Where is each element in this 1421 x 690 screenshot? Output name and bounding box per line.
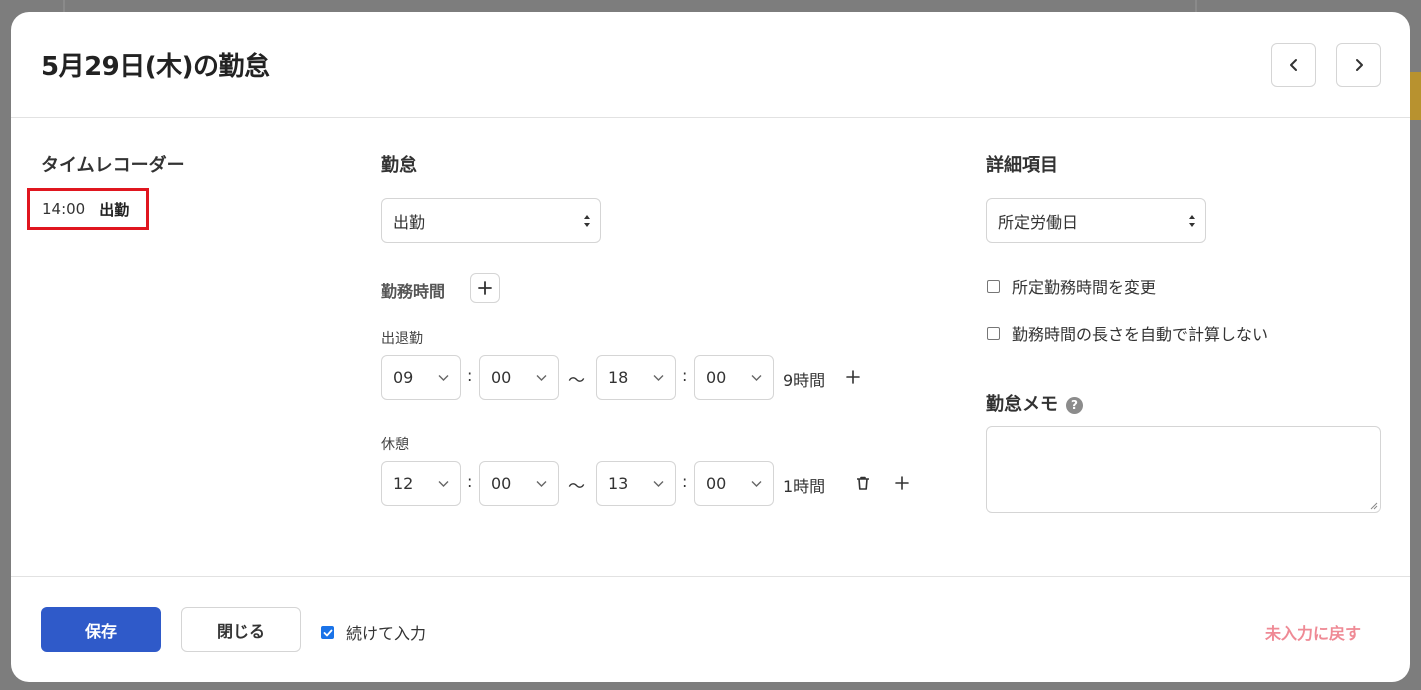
break-label: 休憩 (381, 437, 409, 453)
plus-icon (846, 370, 860, 384)
attendance-type-value: 出勤 (393, 212, 426, 232)
range-tilde: 〜 (568, 477, 585, 497)
time-recorder-entry-type: 出勤 (99, 200, 130, 219)
shift-start-hour-select[interactable]: 09 (381, 355, 461, 400)
continue-input-checkbox[interactable] (321, 625, 334, 639)
attendance-title: 勤怠 (381, 155, 417, 176)
chevron-right-icon (1355, 59, 1363, 71)
plus-icon (478, 281, 492, 295)
prev-day-button[interactable] (1271, 43, 1316, 87)
memo-title-row: 勤怠メモ? (986, 390, 1083, 416)
shift-duration: 9時間 (783, 371, 826, 390)
time-recorder-entry: 14:00 出勤 (27, 188, 149, 230)
dialog-title: 5月29日(木)の勤怠 (41, 52, 270, 82)
continue-input-option[interactable]: 続けて入力 (321, 620, 426, 644)
chevron-down-icon (751, 374, 762, 381)
add-work-time-button[interactable] (470, 273, 500, 303)
range-tilde: 〜 (568, 371, 585, 391)
close-button[interactable]: 閉じる (181, 607, 301, 652)
work-time-label: 勤務時間 (381, 282, 446, 301)
chevron-left-icon (1289, 59, 1297, 71)
time-colon: : (682, 366, 688, 385)
no-auto-calc-option[interactable]: 勤務時間の長さを自動で計算しない (987, 321, 1268, 345)
time-recorder-entry-time: 14:00 (42, 200, 86, 218)
shift-label: 出退勤 (381, 331, 423, 347)
break-start-minute-select[interactable]: 00 (479, 461, 559, 506)
chevron-down-icon (536, 374, 547, 381)
reset-to-empty-link[interactable]: 未入力に戻す (1265, 620, 1361, 644)
day-type-select[interactable]: 所定労働日 (986, 198, 1206, 243)
memo-textarea[interactable] (986, 426, 1381, 513)
chevron-down-icon (536, 480, 547, 487)
break-end-hour-select[interactable]: 13 (596, 461, 676, 506)
shift-end-hour-select[interactable]: 18 (596, 355, 676, 400)
chevron-down-icon (438, 480, 449, 487)
chevron-down-icon (438, 374, 449, 381)
shift-end-minute-select[interactable]: 00 (694, 355, 774, 400)
dialog-header: 5月29日(木)の勤怠 (11, 12, 1410, 118)
shift-start-minute-select[interactable]: 00 (479, 355, 559, 400)
shift-end-minute-value: 00 (706, 368, 727, 387)
delete-break-button[interactable] (853, 473, 873, 493)
backdrop-line (63, 0, 65, 12)
no-auto-calc-checkbox[interactable] (987, 326, 1000, 340)
day-type-value: 所定労働日 (998, 212, 1079, 232)
dialog-footer: 保存 閉じる 続けて入力 未入力に戻す (11, 576, 1410, 682)
break-end-hour-value: 13 (608, 474, 629, 493)
next-day-button[interactable] (1336, 43, 1381, 87)
no-auto-calc-label: 勤務時間の長さを自動で計算しない (1012, 325, 1269, 344)
break-end-minute-select[interactable]: 00 (694, 461, 774, 506)
question-circle-icon[interactable]: ? (1066, 396, 1083, 414)
shift-start-minute-value: 00 (491, 368, 512, 387)
continue-input-label: 続けて入力 (346, 624, 427, 643)
details-title: 詳細項目 (986, 155, 1058, 176)
time-colon: : (467, 366, 473, 385)
break-duration: 1時間 (783, 477, 826, 496)
updown-arrows-icon (1189, 214, 1195, 227)
checkmark-icon (323, 629, 333, 636)
change-scheduled-hours-label: 所定勤務時間を変更 (1012, 278, 1157, 297)
break-end-minute-value: 00 (706, 474, 727, 493)
attendance-type-select[interactable]: 出勤 (381, 198, 601, 243)
plus-icon (895, 476, 909, 490)
updown-arrows-icon (584, 214, 590, 227)
shift-start-hour-value: 09 (393, 368, 414, 387)
save-button[interactable]: 保存 (41, 607, 161, 652)
memo-title: 勤怠メモ (986, 394, 1058, 415)
resize-grip-icon[interactable] (1368, 500, 1378, 510)
break-start-hour-value: 12 (393, 474, 414, 493)
time-recorder-title: タイムレコーダー (41, 155, 185, 176)
chevron-down-icon (653, 374, 664, 381)
change-scheduled-hours-checkbox[interactable] (987, 279, 1000, 293)
break-start-hour-select[interactable]: 12 (381, 461, 461, 506)
time-colon: : (467, 472, 473, 491)
trash-icon (857, 476, 869, 490)
chevron-down-icon (653, 480, 664, 487)
break-start-minute-value: 00 (491, 474, 512, 493)
shift-end-hour-value: 18 (608, 368, 629, 387)
add-break-row-button[interactable] (892, 473, 912, 493)
change-scheduled-hours-option[interactable]: 所定勤務時間を変更 (987, 274, 1156, 298)
backdrop-line (1195, 0, 1197, 12)
add-shift-row-button[interactable] (843, 367, 863, 387)
time-colon: : (682, 472, 688, 491)
attendance-dialog: 5月29日(木)の勤怠 タイムレコーダー 14:00 出勤 勤怠 出勤 勤務時間… (11, 12, 1410, 682)
chevron-down-icon (751, 480, 762, 487)
